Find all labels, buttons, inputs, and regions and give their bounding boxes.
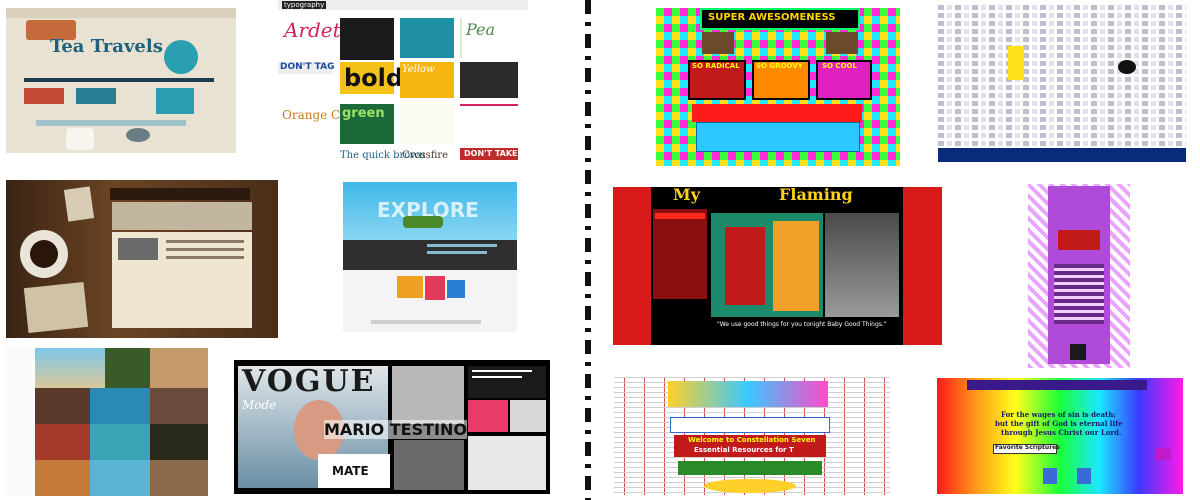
explore-thumbnail[interactable]: EXPLORE: [343, 182, 517, 332]
dense-links-thumbnail[interactable]: [938, 2, 1186, 162]
typography-header: typography: [282, 1, 327, 9]
flaming-caption: "We use good things for you tonight Baby…: [717, 321, 887, 328]
scripture-line3: through Jesus Christ our Lord.: [1001, 428, 1122, 437]
coffee-desk-thumbnail[interactable]: [6, 180, 278, 338]
typography-thumbnail[interactable]: typography Ardet Pea DON'T TAG bold Yell…: [278, 0, 528, 160]
tile-dont-tag: DON'T TAG: [280, 62, 335, 72]
scripture-line2: but the gift of God is eternal life: [995, 419, 1123, 428]
tile-orange: Orange Ch: [282, 108, 348, 122]
tile-bold: bold: [344, 64, 404, 92]
tile-green: green: [342, 106, 385, 121]
super-awesomeness-thumbnail[interactable]: SUPER AWESOMENESS SO RADICAL SO GROOVY S…: [656, 8, 900, 166]
label-so-cool: SO COOL: [822, 62, 857, 70]
flaming-title-my: My: [673, 187, 701, 204]
super-awesomeness-title: SUPER AWESOMENESS: [708, 12, 836, 23]
tile-pea: Pea: [466, 20, 496, 39]
flaming-heart-thumbnail[interactable]: My Flaming "We use good things for you t…: [613, 187, 942, 345]
vogue-mate: MATE: [332, 464, 369, 478]
flaming-title-flaming: Flaming: [779, 187, 853, 204]
purple-column-thumbnail[interactable]: [1028, 184, 1130, 368]
travel-photos-thumbnail[interactable]: [5, 348, 208, 496]
tea-travels-title: Tea Travels: [50, 36, 163, 57]
rainbow-scripture-thumbnail[interactable]: For the wages of sin is death; but the g…: [937, 378, 1183, 494]
tile-yellow: Yellow: [402, 64, 435, 75]
constellation-line2: Essential Resources for T: [694, 446, 794, 454]
label-so-groovy: SO GROOVY: [756, 62, 803, 70]
constellation-line1: Welcome to Constellation Seven: [688, 436, 816, 444]
center-divider: [585, 0, 591, 500]
vogue-logo: VOGUE: [242, 364, 376, 399]
vogue-mario-testino: MARIO TESTINO: [324, 420, 467, 439]
vogue-mode: Mode: [242, 398, 277, 412]
constellation-seven-thumbnail[interactable]: Welcome to Constellation Seven Essential…: [614, 377, 890, 495]
vogue-thumbnail[interactable]: VOGUE Mode MARIO TESTINO MATE: [234, 360, 550, 494]
tile-ardet: Ardet: [284, 18, 341, 42]
scripture-line1: For the wages of sin is death;: [1001, 410, 1116, 419]
scripture-button[interactable]: Favorite Scriptures: [995, 444, 1060, 451]
tile-dont-take: DON'T TAKE: [464, 149, 518, 158]
tea-travels-thumbnail[interactable]: Tea Travels: [6, 8, 236, 153]
label-so-radical: SO RADICAL: [692, 62, 740, 70]
tile-crossfire: Crossfire: [402, 150, 449, 160]
